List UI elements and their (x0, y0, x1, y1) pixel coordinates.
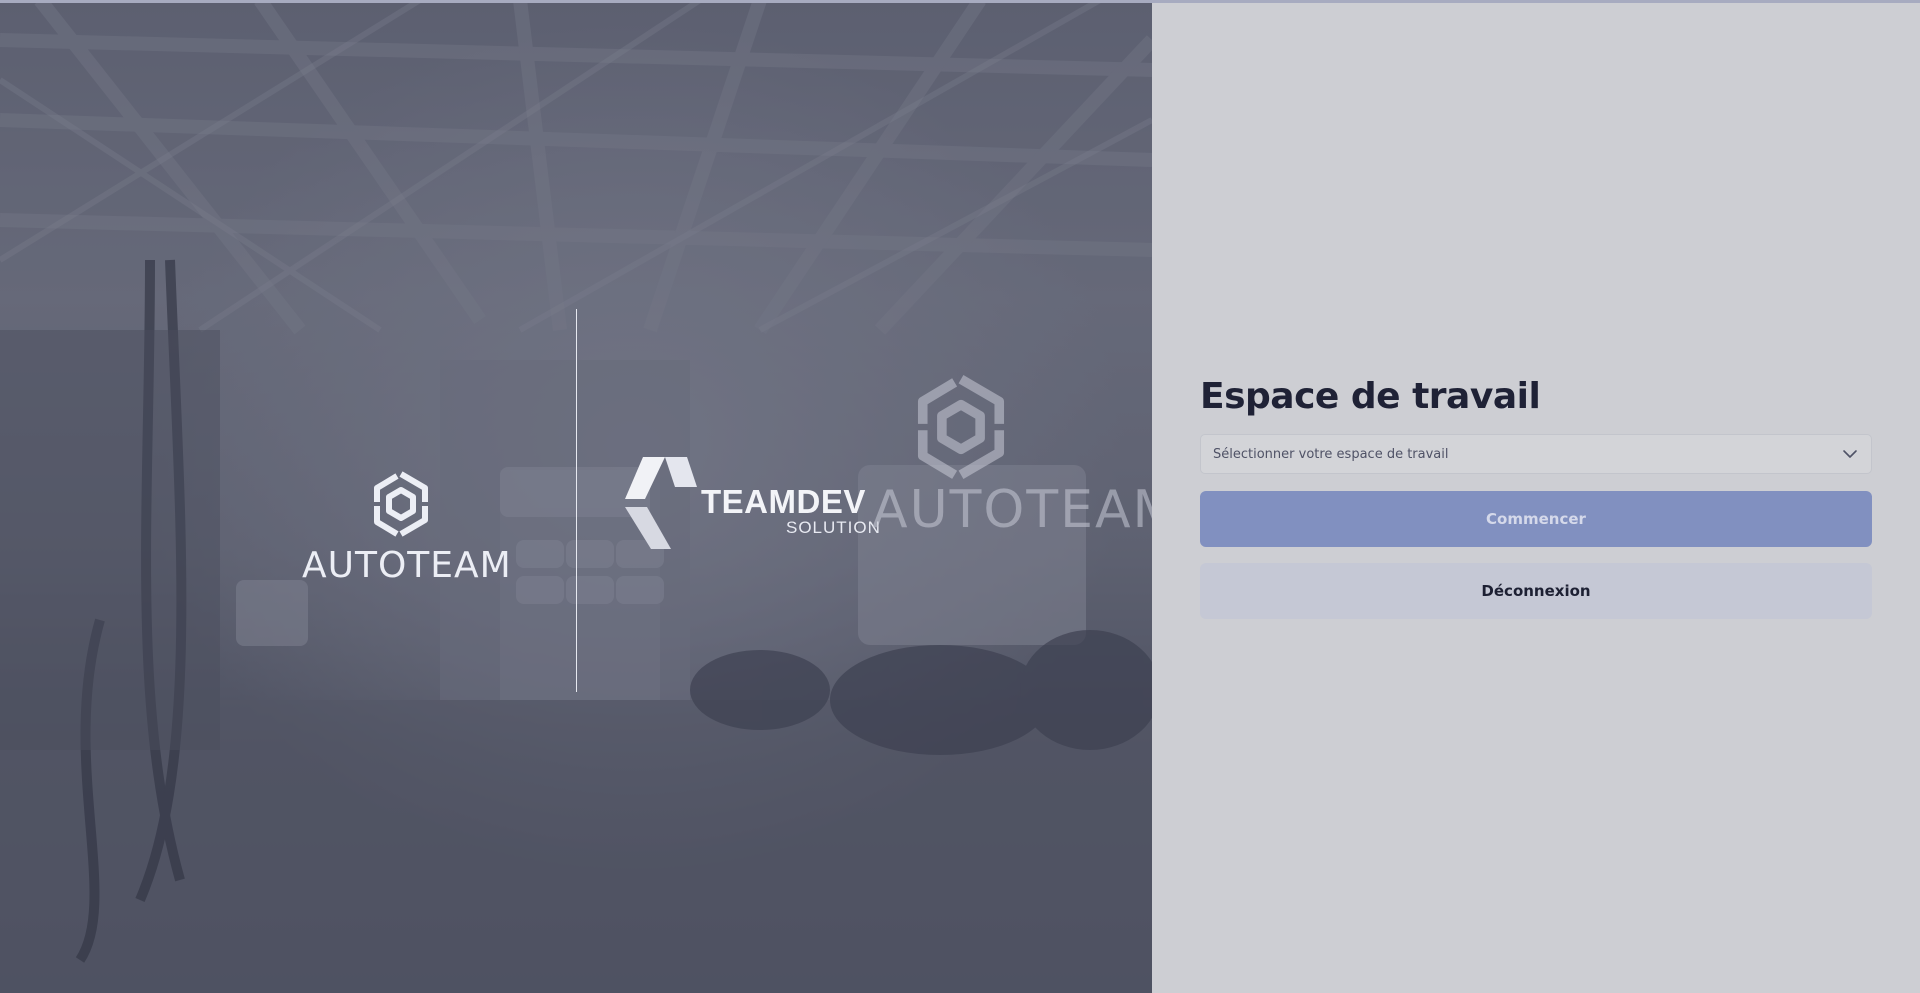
workspace-select-placeholder: Sélectionner votre espace de travail (1213, 446, 1449, 462)
page-title: Espace de travail (1200, 376, 1541, 417)
workspace-form: Espace de travail Sélectionner votre esp… (1200, 373, 1872, 619)
teamdev-chevron-icon (625, 457, 697, 553)
workspace-panel: Espace de travail Sélectionner votre esp… (1152, 0, 1920, 993)
autoteam-logo: AUTOTEAM (302, 470, 512, 586)
autoteam-hexagon-icon (369, 471, 433, 542)
autoteam-wordmark: AUTOTEAM (302, 545, 512, 586)
start-button[interactable]: Commencer (1200, 491, 1872, 547)
logo-divider (576, 309, 577, 692)
hero-background: AUTOTEAM TEAMDEV SOLUTION AUTOTEAM (0, 0, 1152, 993)
autoteam-watermark: AUTOTEAM (830, 372, 1152, 542)
top-accent-strip (0, 0, 1920, 3)
login-workspace-page: AUTOTEAM TEAMDEV SOLUTION AUTOTEAM Espac… (0, 0, 1920, 993)
workspace-select[interactable]: Sélectionner votre espace de travail (1200, 434, 1872, 474)
logout-button[interactable]: Déconnexion (1200, 563, 1872, 619)
autoteam-hexagon-icon (910, 372, 1012, 486)
chevron-down-icon[interactable] (1841, 445, 1859, 463)
autoteam-watermark-wordmark: AUTOTEAM (872, 480, 1152, 540)
